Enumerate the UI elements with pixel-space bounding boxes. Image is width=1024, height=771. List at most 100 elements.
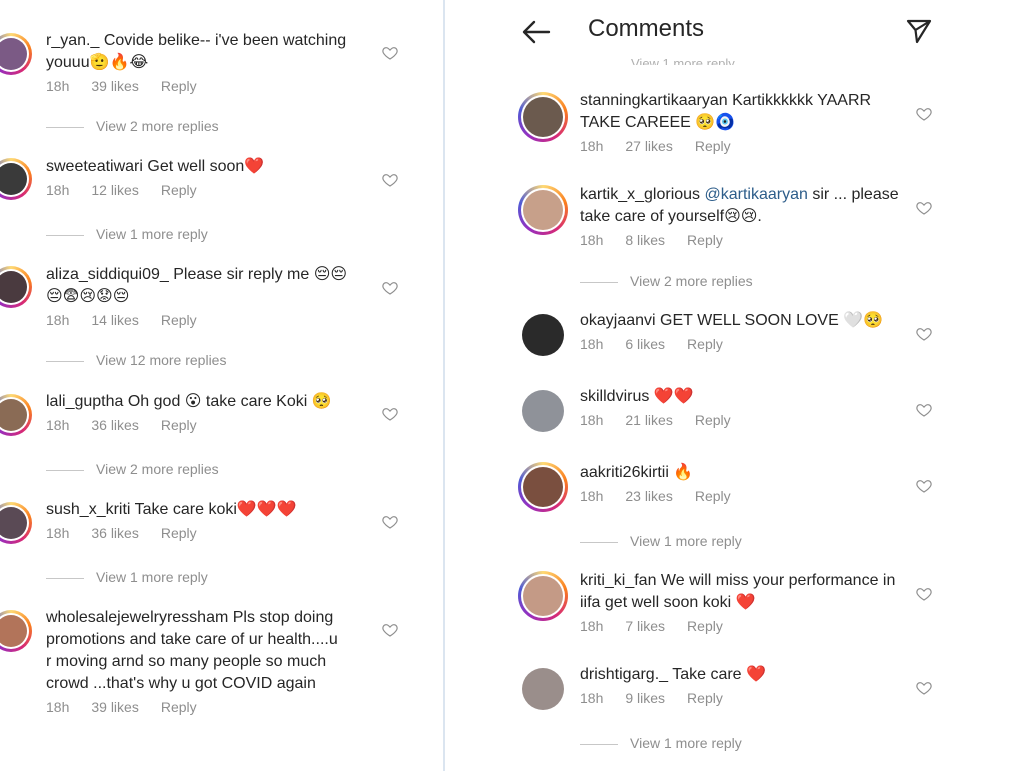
heart-icon[interactable] [916, 106, 932, 122]
comment-likes[interactable]: 9 likes [625, 690, 665, 706]
comment-username[interactable]: skilldvirus [580, 388, 649, 405]
avatar[interactable] [518, 92, 568, 142]
avatar[interactable] [0, 33, 32, 75]
reply-button[interactable]: Reply [161, 312, 197, 328]
reply-button[interactable]: Reply [695, 138, 731, 154]
comment-likes[interactable]: 8 likes [625, 232, 665, 248]
avatar[interactable] [522, 314, 564, 356]
view-more-replies[interactable]: View 1 more reply [46, 568, 208, 586]
reply-button[interactable]: Reply [687, 336, 723, 352]
comment-likes[interactable]: 39 likes [91, 699, 138, 715]
comment-time: 18h [46, 417, 70, 433]
comment-username[interactable]: kriti_ki_fan [580, 572, 656, 589]
comment-text: ❤️❤️ [649, 388, 694, 405]
comment-time: 18h [46, 525, 70, 541]
heart-icon[interactable] [916, 586, 932, 602]
divider-line [46, 469, 84, 471]
heart-icon[interactable] [916, 478, 932, 494]
arrow-left-icon[interactable] [521, 18, 551, 46]
comment-time: 18h [46, 312, 70, 328]
reply-button[interactable]: Reply [687, 690, 723, 706]
comment-username[interactable]: sush_x_kriti [46, 501, 130, 518]
divider-line [580, 743, 618, 745]
view-more-replies[interactable]: View 1 more reply [580, 532, 742, 550]
avatar[interactable] [518, 571, 568, 621]
heart-icon[interactable] [382, 622, 398, 638]
comment-username[interactable]: aakriti26kirtii [580, 464, 669, 481]
comment-username[interactable]: sweeteatiwari [46, 158, 143, 175]
reply-button[interactable]: Reply [161, 699, 197, 715]
comment-username[interactable]: drishtigarg._ [580, 666, 668, 683]
heart-icon[interactable] [916, 402, 932, 418]
reply-button[interactable]: Reply [695, 488, 731, 504]
view-more-replies[interactable]: View 2 more replies [46, 117, 219, 135]
view-more-replies[interactable]: View 2 more replies [580, 272, 753, 290]
view-more-replies[interactable]: View 1 more reply [46, 225, 208, 243]
reply-button[interactable]: Reply [687, 232, 723, 248]
reply-button[interactable]: Reply [695, 412, 731, 428]
comment-likes[interactable]: 27 likes [625, 138, 672, 154]
view-more-label[interactable]: View 1 more reply [96, 226, 208, 242]
comment-username[interactable]: wholesalejewelryressham [46, 609, 228, 626]
view-more-label[interactable]: View 1 more reply [96, 569, 208, 585]
heart-icon[interactable] [916, 326, 932, 342]
reply-button[interactable]: Reply [687, 618, 723, 634]
comment-likes[interactable]: 21 likes [625, 412, 672, 428]
avatar[interactable] [518, 462, 568, 512]
comment-username[interactable]: r_yan._ [46, 32, 99, 49]
comment-username[interactable]: stanningkartikaaryan [580, 92, 728, 109]
view-more-label[interactable]: View 2 more replies [96, 461, 219, 477]
comment-text: Oh god 😮 take care Koki 🥺 [123, 393, 332, 410]
avatar[interactable] [522, 390, 564, 432]
heart-icon[interactable] [382, 172, 398, 188]
view-more-replies[interactable]: View 1 more reply [580, 734, 742, 752]
heart-icon[interactable] [916, 200, 932, 216]
comment-username[interactable]: lali_guptha [46, 393, 123, 410]
view-more-label[interactable]: View 12 more replies [96, 352, 226, 368]
reply-button[interactable]: Reply [161, 525, 197, 541]
heart-icon[interactable] [382, 45, 398, 61]
reply-button[interactable]: Reply [161, 182, 197, 198]
avatar[interactable] [0, 266, 32, 308]
view-more-replies[interactable]: View 12 more replies [46, 351, 226, 369]
view-more-label[interactable]: View 2 more replies [96, 118, 219, 134]
comment-likes[interactable]: 7 likes [625, 618, 665, 634]
avatar[interactable] [0, 610, 32, 652]
view-more-replies[interactable]: View 2 more replies [46, 460, 219, 478]
view-more-label[interactable]: View 2 more replies [630, 273, 753, 289]
divider-line [46, 360, 84, 362]
comment-likes[interactable]: 23 likes [625, 488, 672, 504]
comment-likes[interactable]: 14 likes [91, 312, 138, 328]
avatar[interactable] [0, 502, 32, 544]
comment-likes[interactable]: 39 likes [91, 78, 138, 94]
reply-button[interactable]: Reply [161, 417, 197, 433]
view-more-replies[interactable]: View 1 more reply [631, 53, 735, 65]
comment-time: 18h [580, 138, 604, 154]
heart-icon[interactable] [916, 680, 932, 696]
heart-icon[interactable] [382, 514, 398, 530]
comment-username[interactable]: okayjaanvi [580, 312, 656, 329]
comment-text: r moving arnd so many people so much [46, 653, 327, 670]
comment-username[interactable]: aliza_siddiqui09_ [46, 266, 169, 283]
divider-line [46, 234, 84, 236]
mention-link[interactable]: @kartikaaryan [700, 186, 808, 203]
avatar[interactable] [0, 158, 32, 200]
comment-likes[interactable]: 12 likes [91, 182, 138, 198]
heart-icon[interactable] [382, 406, 398, 422]
comment-text: promotions and take care of ur health...… [46, 631, 338, 648]
comment-username[interactable]: kartik_x_glorious [580, 186, 700, 203]
send-icon[interactable] [906, 18, 932, 44]
comment-text: 🔥 [668, 464, 694, 481]
avatar[interactable] [518, 185, 568, 235]
comment-text: Please sir reply me 😔😔 [168, 266, 348, 283]
avatar[interactable] [522, 668, 564, 710]
reply-button[interactable]: Reply [161, 78, 197, 94]
comment-likes[interactable]: 6 likes [625, 336, 665, 352]
comment-likes[interactable]: 36 likes [91, 417, 138, 433]
comment-likes[interactable]: 36 likes [91, 525, 138, 541]
view-more-label[interactable]: View 1 more reply [630, 735, 742, 751]
avatar[interactable] [0, 394, 32, 436]
view-more-label[interactable]: View 1 more reply [630, 533, 742, 549]
comment-text: Pls stop doing [228, 609, 334, 626]
heart-icon[interactable] [382, 280, 398, 296]
